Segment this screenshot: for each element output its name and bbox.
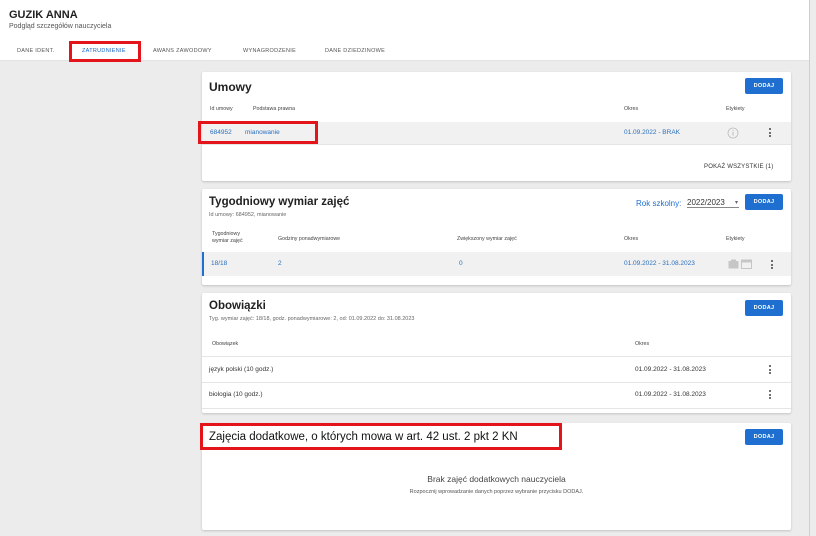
col-okres: Okres xyxy=(624,106,639,112)
row-menu-icon[interactable] xyxy=(769,128,772,139)
tab-dane-dziedzinowe[interactable]: DANE DZIEDZINOWE xyxy=(325,43,385,59)
col-wymiar-zajec: wymiar zajęć xyxy=(212,238,243,244)
teacher-name: GUZIK ANNA xyxy=(9,9,78,21)
dodatkowe-title: Zajęcia dodatkowe, o których mowa w art.… xyxy=(209,431,518,443)
tygodniowy-card: Tygodniowy wymiar zajęć Id umowy: 684952… xyxy=(202,189,791,285)
col-etykiety: Etykiety xyxy=(726,106,745,112)
zajecia-dodatkowe-card: Zajęcia dodatkowe, o których mowa w art.… xyxy=(202,423,791,530)
col-tygodniowy: Tygodniowy xyxy=(212,231,240,237)
table-row[interactable]: 18/18 2 0 01.09.2022 - 31.08.2023 xyxy=(202,252,791,276)
year-label: Rok szkolny: xyxy=(636,199,682,208)
calendar-icon[interactable] xyxy=(741,259,752,269)
umowa-basis[interactable]: mianowanie xyxy=(245,129,280,136)
tab-zatrudnienie[interactable]: ZATRUDNIENIE xyxy=(82,43,126,59)
zwiekszony-value: 0 xyxy=(459,260,463,267)
obowiazki-title: Obowiązki xyxy=(209,300,266,312)
tab-wynagrodzenie[interactable]: WYNAGRODZENIE xyxy=(243,43,296,59)
table-row[interactable]: język polski (10 godz.) 01.09.2022 - 31.… xyxy=(202,357,791,382)
umowa-period: 01.09.2022 - BRAK xyxy=(624,129,681,136)
dodatkowe-add-button[interactable]: DODAJ xyxy=(745,429,783,445)
divider xyxy=(202,408,791,409)
col-podstawa-prawna: Podstawa prawna xyxy=(253,106,296,112)
building-icon[interactable] xyxy=(728,259,739,269)
page-header: GUZIK ANNA Podgląd szczegółów nauczyciel… xyxy=(0,0,810,61)
chevron-down-icon: ▾ xyxy=(734,200,738,206)
info-icon[interactable] xyxy=(727,127,739,139)
wymiar-value: 18/18 xyxy=(211,260,228,267)
tygodniowy-title: Tygodniowy wymiar zajęć xyxy=(209,196,350,208)
obowiazki-subtitle: Tyg. wymiar zajęć: 18/18, godz. ponadwym… xyxy=(209,316,415,322)
umowy-add-button[interactable]: DODAJ xyxy=(745,78,783,94)
ponadwymiarowe-value: 2 xyxy=(278,260,282,267)
obowiazek-name: język polski (10 godz.) xyxy=(209,366,274,373)
col-godziny-ponadwymiarowe: Godziny ponadwymiarowe xyxy=(278,236,341,242)
col-okres: Okres xyxy=(635,341,650,347)
row-menu-icon[interactable] xyxy=(769,390,772,401)
col-etykiety: Etykiety xyxy=(726,236,745,242)
show-all-link[interactable]: POKAŻ WSZYSTKIE (1) xyxy=(704,164,773,170)
obowiazek-period: 01.09.2022 - 31.08.2023 xyxy=(635,366,706,373)
umowa-id[interactable]: 684952 xyxy=(210,129,232,136)
tab-dane-ident[interactable]: DANE IDENT. xyxy=(17,43,55,59)
window-edge xyxy=(809,0,810,536)
page-subtitle: Podgląd szczegółów nauczyciela xyxy=(9,23,112,30)
col-okres: Okres xyxy=(624,236,639,242)
row-menu-icon[interactable] xyxy=(769,365,772,376)
table-row[interactable]: biologia (10 godz.) 01.09.2022 - 31.08.2… xyxy=(202,383,791,408)
tygodniowy-subtitle: Id umowy: 684952, mianowanie xyxy=(209,212,287,218)
obowiazki-add-button[interactable]: DODAJ xyxy=(745,300,783,316)
col-zwiekszony-wymiar: Zwiększony wymiar zajęć xyxy=(457,236,517,242)
col-obowiazek: Obowiązek xyxy=(212,341,239,347)
divider xyxy=(202,144,791,145)
year-select-value: 2022/2023 xyxy=(687,198,725,207)
umowy-card: Umowy DODAJ Id umowy Podstawa prawna Okr… xyxy=(202,72,791,181)
tygodniowy-add-button[interactable]: DODAJ xyxy=(745,194,783,210)
obowiazki-card: Obowiązki Tyg. wymiar zajęć: 18/18, godz… xyxy=(202,293,791,413)
obowiazek-name: biologia (10 godz.) xyxy=(209,391,263,398)
tab-awans-zawodowy[interactable]: AWANS ZAWODOWY xyxy=(153,43,212,59)
col-id-umowy: Id umowy xyxy=(210,106,233,112)
empty-state-title: Brak zajęć dodatkowych nauczyciela xyxy=(427,474,566,484)
umowy-title: Umowy xyxy=(209,80,252,94)
row-menu-icon[interactable] xyxy=(771,260,774,271)
wymiar-period: 01.09.2022 - 31.08.2023 xyxy=(624,260,695,267)
obowiazek-period: 01.09.2022 - 31.08.2023 xyxy=(635,391,706,398)
empty-state-hint: Rozpocznij wprowadzanie danych poprzez w… xyxy=(409,489,584,495)
table-row[interactable]: 684952 mianowanie 01.09.2022 - BRAK xyxy=(202,122,791,144)
year-select[interactable]: 2022/2023 ▾ xyxy=(687,198,739,208)
